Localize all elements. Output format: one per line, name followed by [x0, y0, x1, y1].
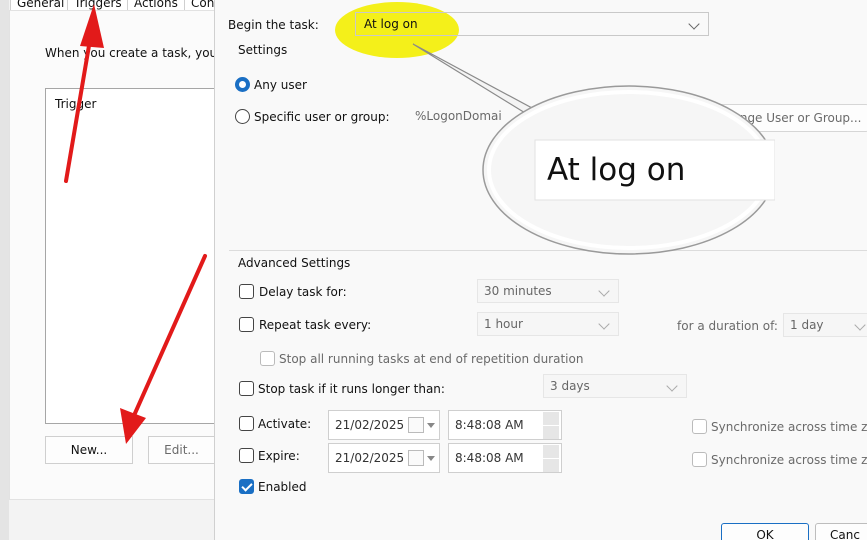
spin-down-icon[interactable]	[543, 426, 559, 439]
task-properties-window: General Triggers Actions Con When you cr…	[0, 0, 228, 540]
settings-group-label: Settings	[238, 43, 288, 57]
sync-time-zones-label-2: Synchronize across time zon	[711, 453, 867, 467]
chevron-down-icon	[854, 319, 866, 331]
trigger-column-header: Trigger	[55, 97, 97, 111]
chevron-down-icon	[666, 380, 678, 392]
sync-time-zones-checkbox-2[interactable]	[692, 452, 707, 467]
stop-if-longer-label: Stop task if it runs longer than:	[258, 382, 445, 396]
spin-down-icon[interactable]	[543, 459, 559, 472]
delay-task-label: Delay task for:	[259, 285, 347, 299]
triggers-intro-text: When you create a task, you c	[45, 46, 228, 60]
chevron-down-icon	[598, 285, 610, 297]
chevron-down-icon	[688, 18, 700, 30]
begin-task-combo[interactable]: At log on	[355, 12, 709, 36]
activate-date-value: 21/02/2025	[335, 418, 405, 432]
begin-task-value: At log on	[364, 17, 418, 31]
stop-running-tasks-label: Stop all running tasks at end of repetit…	[279, 352, 584, 366]
dropdown-arrow-icon	[427, 456, 435, 461]
specific-user-label: Specific user or group:	[254, 110, 390, 124]
expire-date-picker[interactable]: 21/02/2025	[328, 443, 440, 473]
sync-time-zones-label-1: Synchronize across time zon	[711, 420, 867, 434]
expire-label: Expire:	[258, 449, 300, 463]
enabled-label: Enabled	[258, 480, 307, 494]
expire-date-value: 21/02/2025	[335, 451, 405, 465]
spin-up-icon[interactable]	[543, 412, 559, 425]
activate-time-picker[interactable]: 8:48:08 AM	[448, 410, 562, 440]
delay-task-checkbox[interactable]	[239, 284, 254, 299]
ok-button[interactable]: OK	[721, 523, 809, 540]
any-user-label: Any user	[254, 78, 307, 92]
edit-trigger-button[interactable]: Edit...	[148, 436, 214, 464]
stop-after-value: 3 days	[550, 379, 590, 393]
begin-task-label: Begin the task:	[228, 18, 319, 32]
activate-checkbox[interactable]	[239, 416, 254, 431]
activate-label: Activate:	[258, 417, 312, 431]
calendar-icon[interactable]	[408, 450, 424, 466]
stop-if-longer-checkbox[interactable]	[239, 381, 254, 396]
duration-combo[interactable]: 1 day	[783, 313, 867, 337]
specific-user-radio[interactable]	[235, 109, 250, 124]
repeat-interval-combo[interactable]: 1 hour	[477, 312, 619, 336]
expire-time-value: 8:48:08 AM	[455, 451, 524, 465]
chevron-down-icon	[598, 318, 610, 330]
repeat-task-checkbox[interactable]	[239, 317, 254, 332]
duration-value: 1 day	[790, 318, 824, 332]
activate-date-picker[interactable]: 21/02/2025	[328, 410, 440, 440]
repeat-task-label: Repeat task every:	[259, 318, 372, 332]
spin-up-icon[interactable]	[543, 445, 559, 458]
trigger-list[interactable]: Trigger	[45, 88, 215, 424]
stop-after-combo[interactable]: 3 days	[543, 374, 687, 398]
sync-time-zones-checkbox-1[interactable]	[692, 419, 707, 434]
advanced-settings-label: Advanced Settings	[238, 256, 351, 270]
activate-time-value: 8:48:08 AM	[455, 418, 524, 432]
calendar-icon[interactable]	[408, 417, 424, 433]
any-user-radio[interactable]	[235, 77, 250, 92]
dropdown-arrow-icon	[427, 423, 435, 428]
duration-label: for a duration of:	[677, 319, 778, 333]
magnified-begin-value: At log on	[547, 152, 686, 188]
repeat-interval-value: 1 hour	[484, 317, 523, 331]
delay-duration-combo[interactable]: 30 minutes	[477, 279, 619, 303]
expire-time-picker[interactable]: 8:48:08 AM	[448, 443, 562, 473]
expire-checkbox[interactable]	[239, 448, 254, 463]
enabled-checkbox[interactable]	[239, 479, 254, 494]
edit-trigger-dialog: Begin the task: At log on Settings Any u…	[214, 0, 867, 540]
magnifier-callout	[412, 43, 775, 255]
cancel-button[interactable]: Canc	[815, 523, 867, 540]
new-trigger-button[interactable]: New...	[45, 436, 133, 464]
delay-duration-value: 30 minutes	[484, 284, 552, 298]
stop-running-tasks-checkbox[interactable]	[260, 351, 275, 366]
window-edge	[0, 0, 9, 540]
